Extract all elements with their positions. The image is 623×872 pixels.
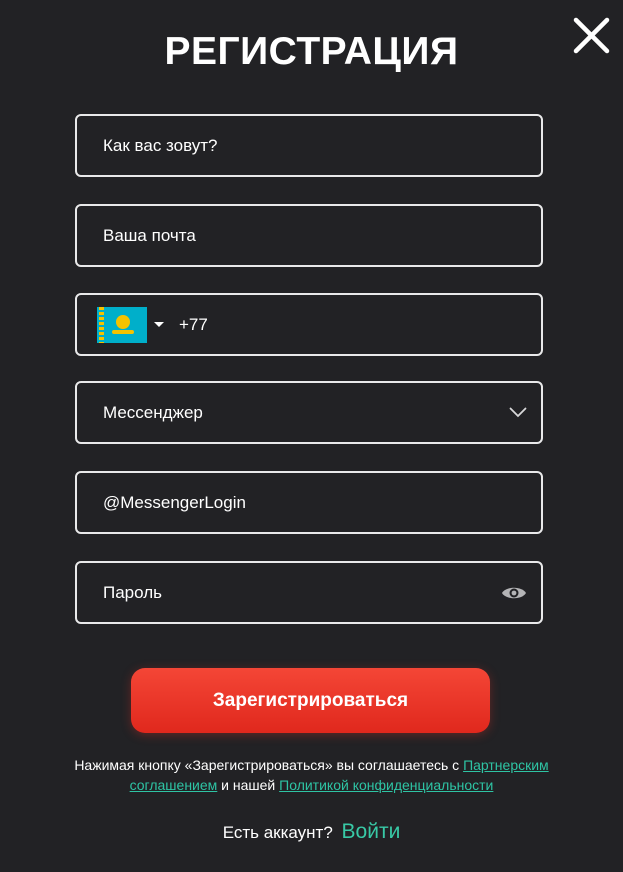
page-title: РЕГИСТРАЦИЯ bbox=[164, 30, 459, 73]
terms-text-middle: и нашей bbox=[217, 777, 280, 793]
phone-input[interactable]: +77 bbox=[179, 315, 208, 335]
login-question: Есть аккаунт? bbox=[222, 823, 333, 842]
password-field-container bbox=[75, 561, 543, 624]
messenger-select[interactable]: Мессенджер bbox=[75, 381, 543, 444]
caret-down-icon[interactable] bbox=[153, 321, 165, 329]
eye-icon[interactable] bbox=[501, 584, 527, 602]
email-field-container bbox=[75, 204, 543, 267]
password-input[interactable] bbox=[103, 563, 501, 622]
phone-field-container: +77 bbox=[75, 293, 543, 356]
kazakhstan-flag-icon[interactable] bbox=[97, 306, 147, 343]
chevron-down-icon bbox=[509, 407, 527, 418]
terms-text: Нажимая кнопку «Зарегистрироваться» вы с… bbox=[60, 755, 563, 795]
messenger-login-input[interactable] bbox=[103, 473, 527, 532]
email-input[interactable] bbox=[103, 206, 527, 265]
messenger-login-field-container bbox=[75, 471, 543, 534]
register-button[interactable]: Зарегистрироваться bbox=[131, 668, 490, 733]
login-row: Есть аккаунт? Войти bbox=[0, 820, 623, 844]
login-link[interactable]: Войти bbox=[342, 820, 401, 843]
terms-text-before: Нажимая кнопку «Зарегистрироваться» вы с… bbox=[74, 757, 464, 773]
messenger-select-label: Мессенджер bbox=[103, 402, 203, 422]
name-input[interactable] bbox=[103, 116, 527, 175]
privacy-policy-link[interactable]: Политикой конфиденциальности bbox=[279, 777, 493, 793]
name-field-container bbox=[75, 114, 543, 177]
